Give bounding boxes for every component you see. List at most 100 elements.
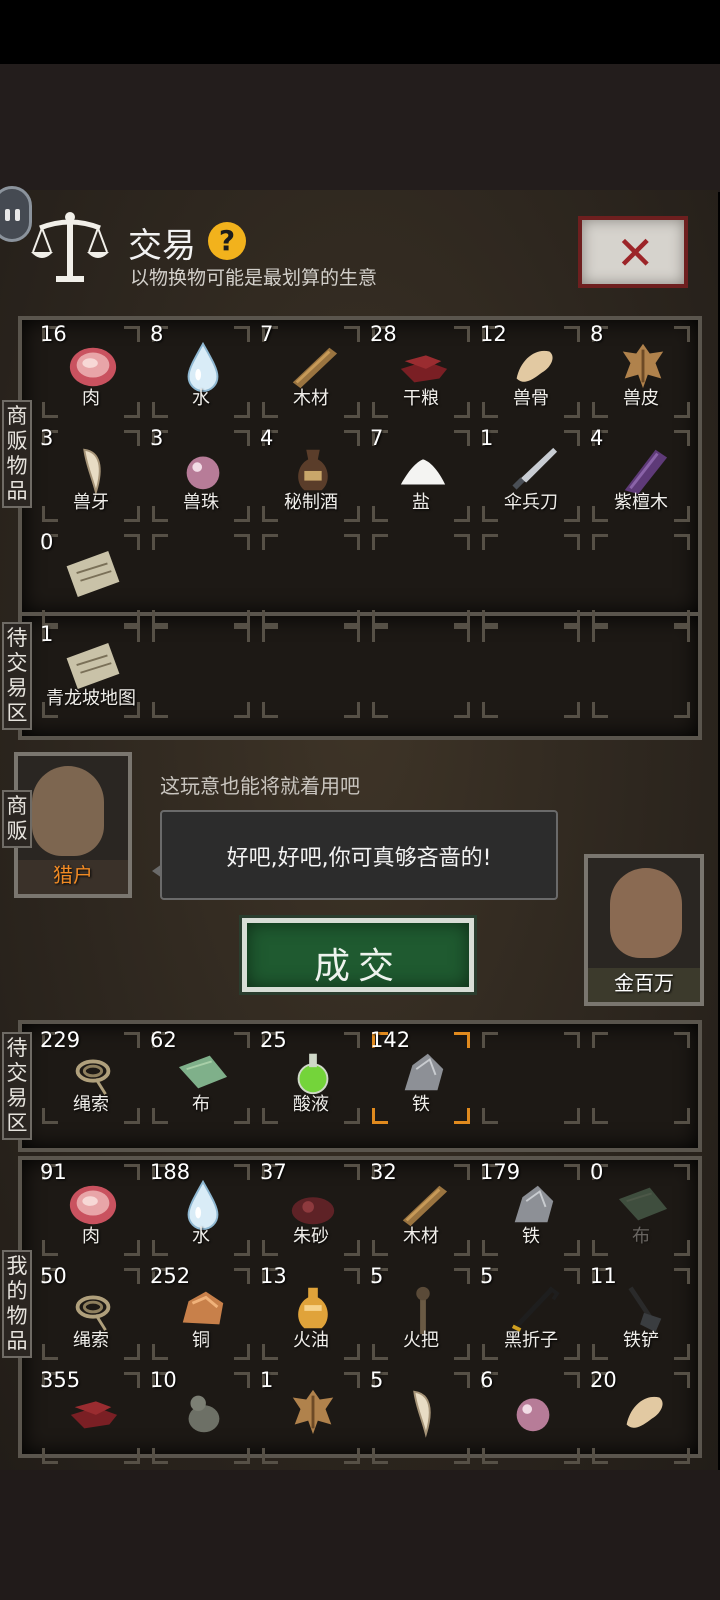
bone-icon [626, 1396, 663, 1428]
pending-item-slot[interactable]: 62 布 [146, 1026, 256, 1130]
my-item-slot[interactable]: 5 火把 [366, 1262, 476, 1366]
close-button[interactable]: ✕ [578, 216, 688, 288]
floating-assistant-button[interactable] [0, 186, 32, 242]
item-count: 20 [590, 1368, 617, 1392]
pending-item-slot[interactable]: 229 绳索 [36, 1026, 146, 1130]
merchant-item-slot[interactable]: 8 兽皮 [586, 320, 696, 424]
gourd-icon [188, 1395, 220, 1433]
my-item-slot[interactable]: 355 [36, 1366, 146, 1470]
item-name: 干粮 [403, 388, 439, 409]
item-count: 3 [150, 426, 164, 450]
my-item-slot[interactable]: 11 铁铲 [586, 1262, 696, 1366]
my-item-slot[interactable]: 91 肉 [36, 1158, 146, 1262]
empty-slot[interactable] [256, 528, 366, 632]
item-name: 火把 [403, 1330, 439, 1351]
merchant-item-slot[interactable]: 1 伞兵刀 [476, 424, 586, 528]
deal-button-label: 成交 [313, 946, 402, 987]
item-name: 酸液 [293, 1094, 329, 1115]
item-count: 1 [480, 426, 494, 450]
my-item-slot[interactable]: 10 [146, 1366, 256, 1470]
item-name: 木材 [403, 1226, 439, 1247]
item-count: 7 [370, 426, 384, 450]
empty-slot[interactable] [146, 620, 256, 724]
my-item-slot[interactable]: 1 [256, 1366, 366, 1470]
player-name: 金百万 [614, 971, 674, 995]
item-count: 188 [150, 1160, 191, 1184]
merchant-item-slot[interactable]: 12 兽骨 [476, 320, 586, 424]
pending-item-slot[interactable]: 25 酸液 [256, 1026, 366, 1130]
item-name: 绳索 [73, 1094, 109, 1115]
item-count: 179 [480, 1160, 521, 1184]
item-count: 16 [40, 322, 67, 346]
item-count: 5 [370, 1264, 384, 1288]
player-pending-label: 待交易区 [2, 1032, 32, 1140]
merchant-item-slot[interactable]: 8水 [146, 320, 256, 424]
my-item-slot[interactable]: 0布 [586, 1158, 696, 1262]
empty-slot[interactable] [256, 620, 366, 724]
item-count: 8 [590, 322, 604, 346]
merchant-items-label: 商贩物品 [2, 400, 32, 508]
item-count: 7 [260, 322, 274, 346]
merchant-item-slot[interactable]: 3 兽牙 [36, 424, 146, 528]
item-name: 布 [632, 1226, 650, 1247]
item-count: 8 [150, 322, 164, 346]
question-icon[interactable]: ? [208, 222, 246, 260]
my-item-slot[interactable]: 6 [476, 1366, 586, 1470]
merchant-item-slot[interactable]: 3 兽珠 [146, 424, 256, 528]
item-count: 62 [150, 1028, 177, 1052]
my-item-slot[interactable]: 37 朱砂 [256, 1158, 366, 1262]
item-count: 11 [590, 1264, 617, 1288]
my-item-slot[interactable]: 252 铜 [146, 1262, 256, 1366]
page-subtitle: 以物换物可能是最划算的生意 [130, 267, 378, 289]
item-count: 229 [40, 1028, 81, 1052]
merchant-item-slot[interactable]: 7盐 [366, 424, 476, 528]
my-item-slot[interactable]: 5 黑折子 [476, 1262, 586, 1366]
item-count: 1 [40, 622, 54, 646]
my-item-slot[interactable]: 20 [586, 1366, 696, 1470]
item-name: 伞兵刀 [504, 492, 558, 513]
empty-slot[interactable] [586, 620, 696, 724]
item-name: 铁铲 [623, 1330, 659, 1351]
merchant-item-slot[interactable]: 4 紫檀木 [586, 424, 696, 528]
empty-slot[interactable] [366, 528, 476, 632]
item-name: 青龙坡地图 [46, 688, 136, 709]
background-upper [0, 64, 720, 192]
item-count: 142 [370, 1028, 411, 1052]
item-count: 3 [40, 426, 54, 450]
hide-icon [292, 1389, 334, 1435]
merchant-item-slot[interactable]: 28 干粮 [366, 320, 476, 424]
item-count: 4 [260, 426, 274, 450]
item-count: 5 [480, 1264, 494, 1288]
item-name: 黑折子 [504, 1330, 558, 1351]
pending-item-slot[interactable]: 142 铁 [366, 1026, 476, 1130]
my-item-slot[interactable]: 32 木材 [366, 1158, 476, 1262]
my-item-slot[interactable]: 179 铁 [476, 1158, 586, 1262]
player-face [610, 868, 682, 958]
merchant-item-slot[interactable]: 7 木材 [256, 320, 366, 424]
item-name: 肉 [82, 1226, 100, 1247]
empty-slot[interactable] [476, 1026, 586, 1130]
merchant-item-slot[interactable]: 4 秘制酒 [256, 424, 366, 528]
my-item-slot[interactable]: 50 绳索 [36, 1262, 146, 1366]
fang-icon [413, 1390, 431, 1438]
eye-icon [5, 209, 10, 221]
item-count: 10 [150, 1368, 177, 1392]
item-name: 盐 [412, 492, 430, 513]
item-count: 50 [40, 1264, 67, 1288]
status-bar-area [0, 0, 720, 64]
empty-slot[interactable] [366, 620, 476, 724]
empty-slot[interactable] [586, 1026, 696, 1130]
empty-slot[interactable] [476, 620, 586, 724]
my-item-slot[interactable]: 13 火油 [256, 1262, 366, 1366]
item-count: 5 [370, 1368, 384, 1392]
balance-scale-icon [31, 212, 109, 282]
pending-item-slot[interactable]: 1 青龙坡地图 [36, 620, 146, 724]
my-item-slot[interactable]: 5 [366, 1366, 476, 1470]
deal-button[interactable]: 成交 [242, 918, 474, 992]
empty-slot[interactable] [476, 528, 586, 632]
merchant-item-slot[interactable]: 0 [36, 528, 146, 632]
merchant-item-slot[interactable]: 16 肉 [36, 320, 146, 424]
empty-slot[interactable] [586, 528, 696, 632]
empty-slot[interactable] [146, 528, 256, 632]
my-item-slot[interactable]: 188 水 [146, 1158, 256, 1262]
